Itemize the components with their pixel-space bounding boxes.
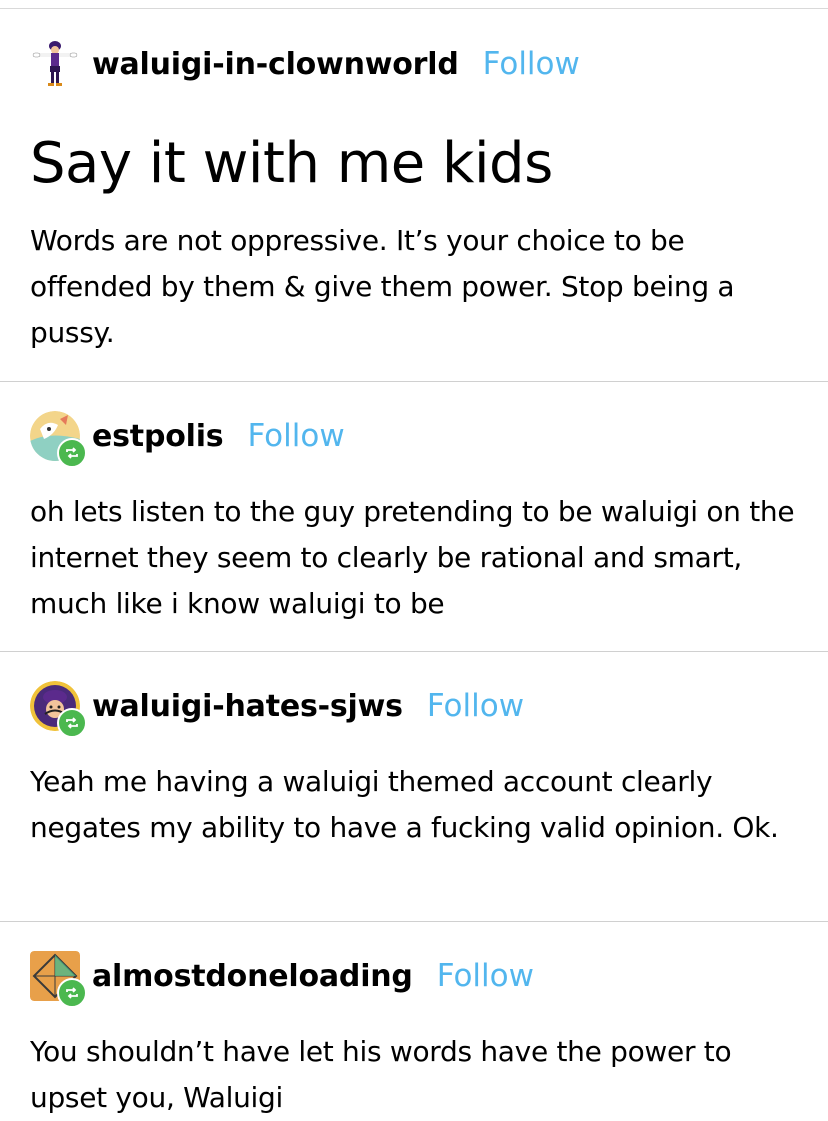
post-header: estpolis Follow — [30, 411, 345, 468]
username[interactable]: almostdoneloading — [92, 959, 413, 994]
follow-button[interactable]: Follow — [483, 46, 580, 82]
post-header: waluigi-in-clownworld Follow — [30, 40, 580, 88]
avatar[interactable] — [30, 39, 80, 89]
avatar[interactable] — [30, 681, 87, 738]
waluigi-tpose-icon — [32, 41, 78, 86]
post-body: You shouldn’t have let his words have th… — [30, 1035, 732, 1114]
reblog-post: estpolis Follow oh lets listen to the gu… — [0, 382, 828, 652]
follow-button[interactable]: Follow — [247, 418, 344, 454]
username[interactable]: estpolis — [92, 419, 224, 454]
post-original: waluigi-in-clownworld Follow Say it with… — [0, 9, 828, 382]
follow-button[interactable]: Follow — [437, 958, 534, 994]
post-body: Words are not oppressive. It’s your choi… — [30, 224, 735, 349]
reblog-post: almostdoneloading Follow You shouldn’t h… — [0, 922, 828, 1114]
post-body: oh lets listen to the guy pretending to … — [30, 495, 795, 620]
avatar[interactable] — [30, 411, 87, 468]
avatar[interactable] — [30, 951, 87, 1008]
reblog-badge — [57, 978, 87, 1008]
reblog-icon — [66, 987, 78, 999]
reblog-post: waluigi-hates-sjws Follow Yeah me having… — [0, 652, 828, 922]
reblog-icon — [66, 447, 78, 459]
reblog-badge — [57, 708, 87, 738]
reblog-icon — [66, 717, 78, 729]
post-header: almostdoneloading Follow — [30, 951, 534, 1008]
post-title: Say it with me kids — [30, 131, 553, 196]
username[interactable]: waluigi-in-clownworld — [92, 47, 459, 82]
follow-button[interactable]: Follow — [427, 688, 524, 724]
post-body: Yeah me having a waluigi themed account … — [30, 765, 779, 844]
post-header: waluigi-hates-sjws Follow — [30, 681, 524, 738]
username[interactable]: waluigi-hates-sjws — [92, 689, 403, 724]
reblog-badge — [57, 438, 87, 468]
